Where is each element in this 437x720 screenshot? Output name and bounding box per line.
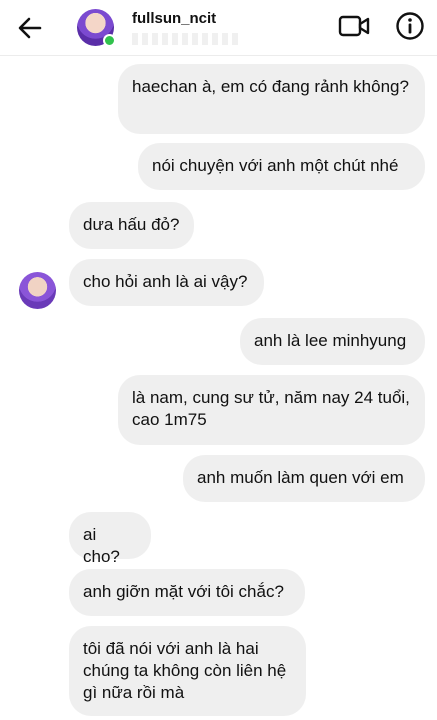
message-thread[interactable]: haechan à, em có đang rảnh không? nói ch… — [0, 56, 437, 720]
sender-avatar[interactable] — [19, 272, 56, 309]
message-bubble-received[interactable]: dưa hấu đỏ? — [69, 202, 194, 249]
message-bubble-sent[interactable]: nói chuyện với anh một chút nhé — [138, 143, 425, 190]
message-bubble-sent[interactable]: là nam, cung sư tử, năm nay 24 tuổi, cao… — [118, 375, 425, 445]
message-bubble-sent[interactable]: anh muốn làm quen với em — [183, 455, 425, 502]
contact-username[interactable]: fullsun_ncit — [132, 10, 216, 27]
message-bubble-received[interactable]: tôi đã nói với anh là hai chúng ta không… — [69, 626, 306, 716]
message-bubble-received[interactable]: anh giỡn mặt với tôi chắc? — [69, 569, 305, 616]
message-bubble-received[interactable]: ai cho? — [69, 512, 151, 566]
message-bubble-sent[interactable]: haechan à, em có đang rảnh không? — [118, 64, 425, 134]
video-camera-icon[interactable] — [338, 12, 370, 40]
info-icon[interactable] — [395, 11, 425, 41]
arrow-left-icon[interactable] — [16, 14, 44, 42]
contact-status-blurred — [132, 33, 242, 45]
message-bubble-received[interactable]: cho hỏi anh là ai vậy? — [69, 259, 264, 306]
contact-avatar[interactable] — [77, 9, 116, 47]
chat-header: fullsun_ncit — [0, 0, 437, 56]
online-status-dot — [103, 34, 116, 47]
message-bubble-sent[interactable]: anh là lee minhyung — [240, 318, 425, 365]
